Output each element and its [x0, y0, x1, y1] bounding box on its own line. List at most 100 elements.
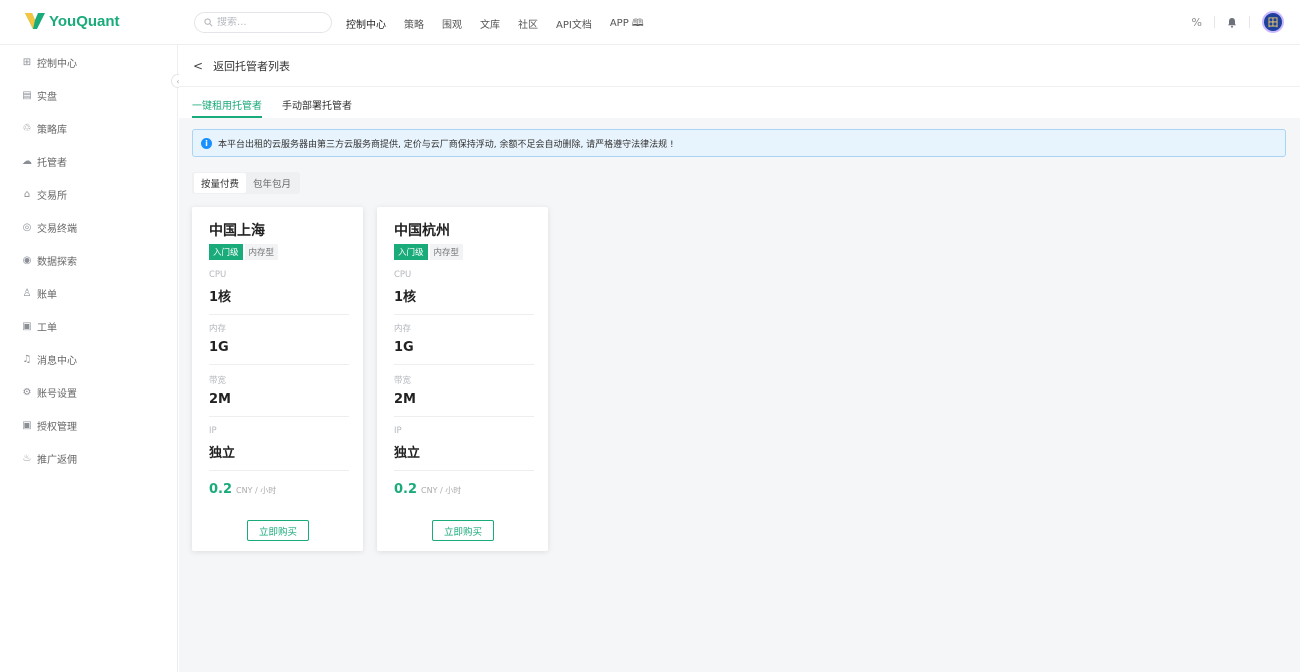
sidebar-item-terminal[interactable]: ◎ 交易终端: [21, 219, 77, 235]
back-link[interactable]: 返回托管者列表: [213, 58, 290, 74]
tab-one-click-rent[interactable]: 一键租用托管者: [192, 97, 262, 118]
brand-name: YouQuant: [49, 12, 120, 30]
buy-now-button[interactable]: 立即购买: [432, 520, 494, 541]
spec-bandwidth: 带宽 2M: [394, 374, 534, 417]
sidebar-item-label: 实盘: [37, 91, 57, 103]
logo-icon: [25, 13, 45, 29]
nav-watch[interactable]: 围观: [442, 16, 462, 33]
type-tag: 内存型: [244, 244, 279, 260]
spec-ip: IP 独立: [209, 426, 349, 471]
divider: [394, 314, 534, 315]
sidebar-item-dashboard[interactable]: ⊞ 控制中心: [21, 54, 77, 70]
gear-icon: ⚙: [22, 386, 32, 398]
search-input[interactable]: [217, 17, 307, 28]
search-icon: [204, 18, 213, 27]
strategy-icon: ♲: [22, 122, 32, 134]
nav-dashboard[interactable]: 控制中心: [346, 16, 386, 33]
divider: [209, 314, 349, 315]
spec-value: 2M: [394, 392, 416, 407]
spec-label: 内存: [209, 324, 227, 334]
tabs: 一键租用托管者 手动部署托管者: [179, 87, 1300, 118]
sidebar-item-label: 账单: [37, 289, 57, 301]
spec-cpu: CPU 1核: [394, 270, 534, 315]
spec-label: IP: [209, 426, 217, 436]
card-price: 0.2 CNY / 小时: [209, 482, 276, 497]
spec-label: CPU: [209, 270, 227, 280]
price-value: 0.2: [394, 482, 418, 497]
divider: [394, 470, 534, 471]
avatar[interactable]: 田: [1262, 11, 1284, 33]
user-bill-icon: ♙: [22, 287, 32, 299]
bell-icon[interactable]: [1227, 17, 1237, 28]
content-area: i 本平台出租的云服务器由第三方云服务商提供, 定价与云厂商保持浮动, 余额不足…: [179, 118, 1300, 672]
nav-api-docs[interactable]: API文档: [556, 16, 592, 33]
sidebar-item-auth[interactable]: ▣ 授权管理: [21, 417, 77, 433]
nav-app[interactable]: APP 🕮: [610, 16, 644, 33]
sidebar-item-label: 推广返佣: [37, 454, 77, 466]
spec-label: IP: [394, 426, 402, 436]
percent-icon[interactable]: %: [1192, 16, 1202, 29]
dashboard-icon: ⊞: [22, 56, 32, 68]
sidebar-item-label: 数据探索: [37, 256, 77, 268]
back-bar: < 返回托管者列表: [179, 45, 1300, 87]
sidebar-item-referral[interactable]: ♨ 推广返佣: [21, 450, 77, 466]
gift-icon: ♨: [22, 452, 32, 464]
divider: [209, 416, 349, 417]
divider: [394, 416, 534, 417]
main-content: < 返回托管者列表 一键租用托管者 手动部署托管者 i 本平台出租的云服务器由第…: [179, 45, 1300, 672]
price-unit: CNY / 小时: [421, 486, 462, 495]
spec-value: 独立: [209, 446, 236, 461]
price-value: 0.2: [209, 482, 233, 497]
auth-icon: ▣: [22, 419, 32, 431]
spec-value: 1G: [394, 340, 414, 355]
nav-community[interactable]: 社区: [518, 16, 538, 33]
sidebar-item-account-settings[interactable]: ⚙ 账号设置: [21, 384, 77, 400]
spec-value: 独立: [394, 446, 421, 461]
sidebar-item-label: 消息中心: [37, 355, 77, 367]
card-city: 中国上海: [209, 223, 265, 239]
sidebar-item-docker[interactable]: ☁ 托管者: [21, 153, 67, 169]
buy-now-button[interactable]: 立即购买: [247, 520, 309, 541]
nav-strategy[interactable]: 策略: [404, 16, 424, 33]
tab-manual-deploy[interactable]: 手动部署托管者: [282, 97, 352, 118]
card-tags: 入门级 内存型: [209, 244, 279, 260]
sidebar-item-messages[interactable]: ♫ 消息中心: [21, 351, 77, 367]
sidebar-item-label: 交易所: [37, 190, 67, 202]
nav-library[interactable]: 文库: [480, 16, 500, 33]
top-bar: YouQuant 控制中心 策略 围观 文库 社区 API文档 APP 🕮 % …: [0, 0, 1300, 45]
cloud-icon: ☁: [22, 155, 32, 167]
notice-text: 本平台出租的云服务器由第三方云服务商提供, 定价与云厂商保持浮动, 余额不足会自…: [218, 139, 674, 150]
sidebar-item-ticket[interactable]: ▣ 工单: [21, 318, 57, 334]
divider: [209, 470, 349, 471]
spec-memory: 内存 1G: [394, 322, 534, 365]
search-box[interactable]: [194, 12, 332, 33]
level-tag: 入门级: [394, 244, 428, 260]
bank-icon: ⌂: [23, 188, 31, 200]
list-icon: ▤: [22, 89, 32, 101]
sidebar-item-live[interactable]: ▤ 实盘: [21, 87, 57, 103]
sidebar-item-label: 工单: [37, 322, 57, 334]
divider: [394, 364, 534, 365]
sidebar-item-strategy-lib[interactable]: ♲ 策略库: [21, 120, 67, 136]
price-unit: CNY / 小时: [236, 486, 277, 495]
explore-icon: ◉: [22, 254, 32, 266]
billing-pay-as-you-go[interactable]: 按量付费: [194, 173, 247, 193]
chevron-left-icon[interactable]: <: [193, 59, 203, 73]
spec-label: 带宽: [394, 376, 412, 386]
logo[interactable]: YouQuant: [24, 11, 120, 31]
sidebar-item-bill[interactable]: ♙ 账单: [21, 285, 57, 301]
sidebar-item-label: 托管者: [37, 157, 67, 169]
sidebar-item-data-explore[interactable]: ◉ 数据探索: [21, 252, 77, 268]
spec-memory: 内存 1G: [209, 322, 349, 365]
spec-label: CPU: [394, 270, 412, 280]
card-tags: 入门级 内存型: [394, 244, 464, 260]
top-right-tools: % 田: [1192, 11, 1284, 33]
spec-value: 1核: [209, 290, 232, 305]
spec-ip: IP 独立: [394, 426, 534, 471]
billing-monthly[interactable]: 包年包月: [246, 173, 298, 193]
sidebar-item-exchange[interactable]: ⌂ 交易所: [21, 186, 67, 202]
spec-bandwidth: 带宽 2M: [209, 374, 349, 417]
sidebar-item-label: 账号设置: [37, 388, 77, 400]
info-icon: i: [201, 137, 212, 149]
spec-cpu: CPU 1核: [209, 270, 349, 315]
